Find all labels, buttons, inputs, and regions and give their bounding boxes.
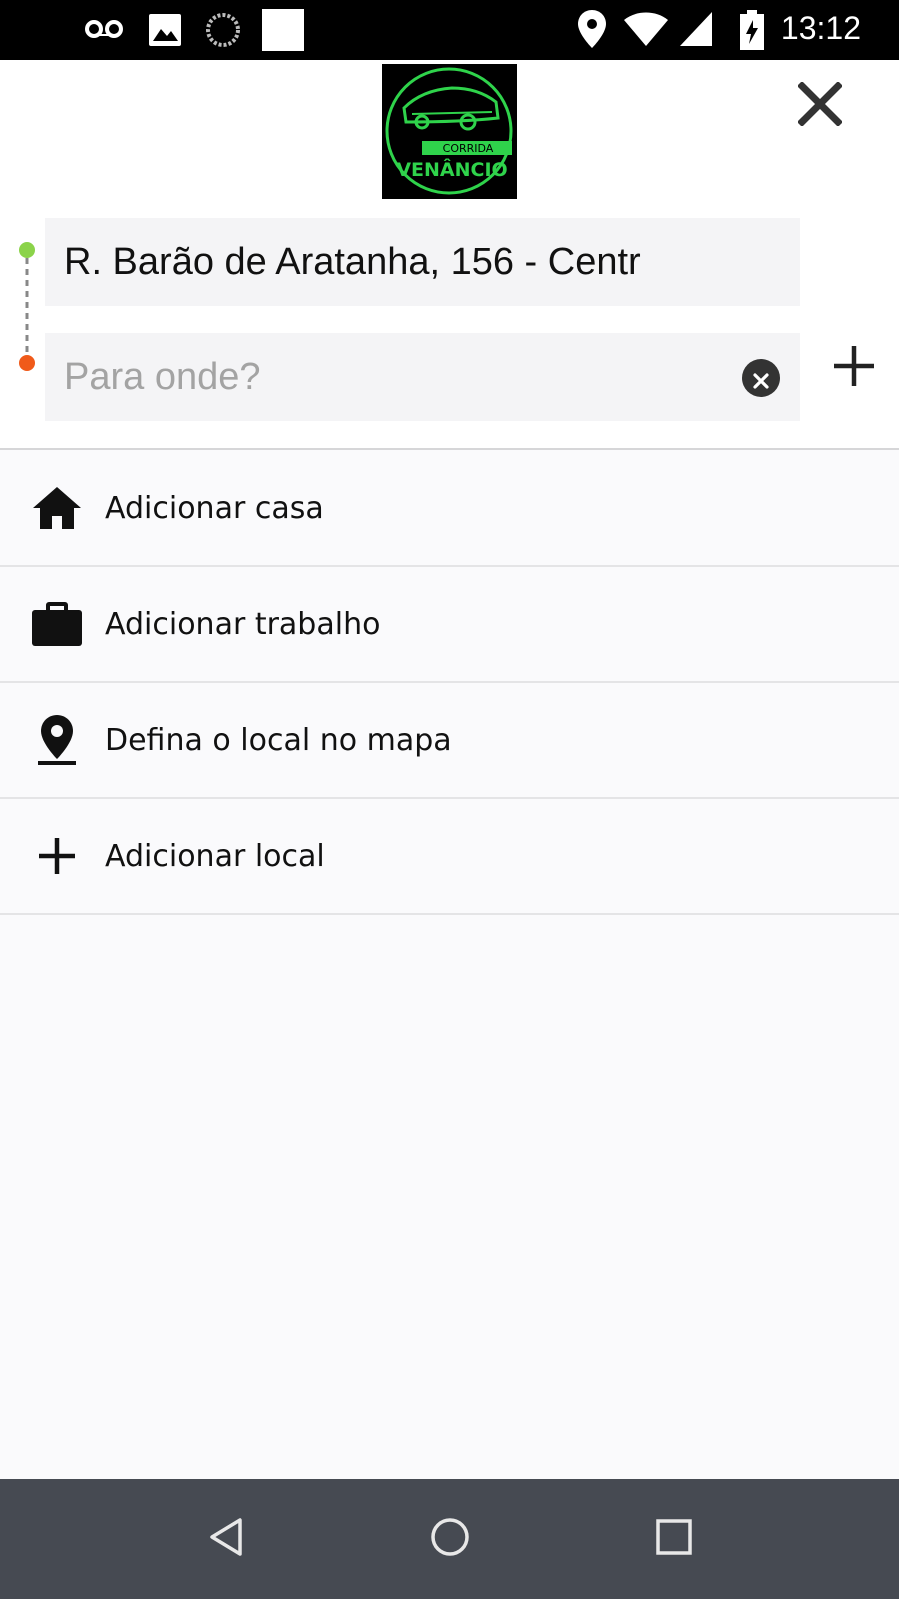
back-icon (206, 1517, 246, 1561)
location-icon (578, 10, 606, 52)
list-item-label: Defina o local no mapa (105, 722, 452, 758)
status-clock: 13:12 (780, 10, 861, 46)
sync-icon (205, 12, 241, 52)
system-nav-bar (0, 1479, 899, 1599)
logo-text-corrida: CORRIDA (443, 142, 494, 155)
status-bar: 13:12 (0, 0, 899, 60)
home-button[interactable] (420, 1509, 480, 1569)
shortcut-list: Adicionar casa Adicionar trabalho Defina… (0, 451, 899, 915)
map-pin-icon (30, 713, 84, 767)
image-icon (148, 13, 182, 51)
search-header: CORRIDA VENÂNCIO R. Barão de Aratanha, 1… (0, 60, 899, 450)
back-button[interactable] (196, 1509, 256, 1569)
list-item-label: Adicionar trabalho (105, 606, 381, 642)
battery-charging-icon (740, 10, 764, 54)
home-icon (30, 481, 84, 535)
route-indicator (18, 242, 38, 372)
cell-signal-icon (680, 12, 712, 50)
list-item-label: Adicionar casa (105, 490, 324, 526)
wifi-icon (624, 12, 668, 50)
recents-button[interactable] (644, 1509, 704, 1569)
origin-dot (19, 242, 35, 258)
clear-icon (752, 357, 770, 400)
plus-icon (832, 344, 876, 392)
list-item-add-place[interactable]: Adicionar local (0, 799, 899, 915)
origin-input-value: R. Barão de Aratanha, 156 - Centr (64, 240, 641, 283)
destination-dot (19, 355, 35, 371)
notification-icon (262, 9, 304, 55)
list-item-set-on-map[interactable]: Defina o local no mapa (0, 683, 899, 799)
origin-input[interactable]: R. Barão de Aratanha, 156 - Centr (45, 218, 800, 306)
close-button[interactable] (790, 76, 850, 136)
home-circle-icon (429, 1516, 471, 1562)
briefcase-icon (30, 597, 84, 651)
add-stop-button[interactable] (828, 342, 880, 394)
voicemail-icon (84, 16, 124, 46)
destination-input[interactable]: Para onde? (45, 333, 800, 421)
list-item-label: Adicionar local (105, 838, 325, 874)
recents-icon (655, 1518, 693, 1560)
list-item-add-home[interactable]: Adicionar casa (0, 451, 899, 567)
plus-icon (30, 829, 84, 883)
list-item-add-work[interactable]: Adicionar trabalho (0, 567, 899, 683)
logo-text-venancio: VENÂNCIO (396, 158, 507, 181)
close-icon (797, 81, 843, 130)
app-logo: CORRIDA VENÂNCIO (382, 64, 517, 199)
clear-destination-button[interactable] (742, 359, 780, 397)
destination-input-placeholder: Para onde? (64, 355, 261, 398)
